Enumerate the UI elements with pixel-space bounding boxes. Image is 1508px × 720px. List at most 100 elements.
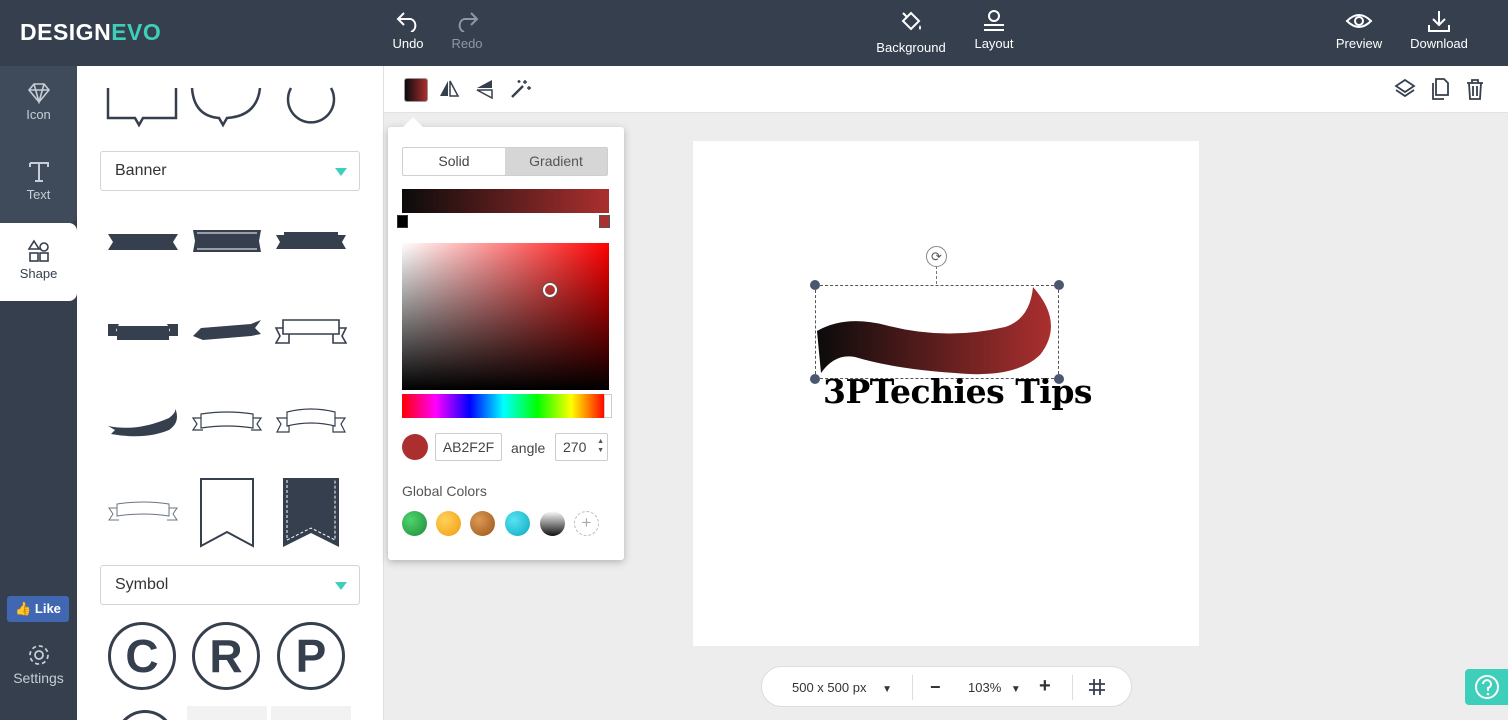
- trash-icon[interactable]: [1464, 78, 1486, 100]
- banner-category-select[interactable]: Banner: [100, 151, 360, 191]
- minus-icon: −: [930, 677, 941, 697]
- logo-text-evo: EVO: [111, 19, 162, 45]
- banner-shape-4[interactable]: [107, 318, 179, 346]
- divider: [912, 675, 913, 700]
- undo-label: Undo: [392, 36, 424, 51]
- canvas-text-element[interactable]: 3PTechies Tips: [823, 372, 1092, 411]
- question-mark-icon: [1475, 675, 1499, 699]
- color-picker-handle[interactable]: [543, 283, 557, 297]
- zoom-value: 103%: [968, 680, 1002, 695]
- app-root: DESIGNEVO Undo Redo Background Layout Pr…: [0, 0, 1508, 720]
- divider: [1072, 675, 1073, 700]
- global-color-swatch-cyan[interactable]: [505, 511, 530, 536]
- rail-item-shape-label: Shape: [19, 266, 58, 281]
- saturation-value-picker[interactable]: [402, 243, 609, 390]
- flip-horizontal-icon[interactable]: [438, 78, 460, 100]
- banner-shape-3[interactable]: [275, 229, 347, 255]
- designevo-logo[interactable]: DESIGNEVO: [20, 19, 161, 46]
- global-color-swatch-orange[interactable]: [436, 511, 461, 536]
- background-button[interactable]: Background: [866, 10, 956, 55]
- zoom-in-button[interactable]: +: [1039, 675, 1051, 698]
- rotate-icon[interactable]: ⟳: [926, 246, 947, 267]
- banner-shape-1[interactable]: [107, 231, 179, 253]
- symbol-placeholder: [271, 706, 351, 720]
- registered-symbol-shape[interactable]: R: [192, 622, 260, 690]
- spinner-icon[interactable]: ▲ ▼: [597, 437, 604, 455]
- copyright-glyph: C: [125, 630, 159, 682]
- resize-handle-top-left[interactable]: [810, 280, 820, 290]
- phonogram-glyph: P: [295, 630, 327, 682]
- symbol-select-value: Symbol: [115, 576, 169, 593]
- tab-gradient[interactable]: Gradient: [505, 148, 607, 175]
- symbol-category-select[interactable]: Symbol: [100, 565, 360, 605]
- shapes-icon: [27, 239, 49, 262]
- duplicate-icon[interactable]: [1429, 78, 1451, 100]
- speech-bubble-oval-shape[interactable]: [189, 88, 263, 128]
- symbol-shape-partial[interactable]: [115, 710, 175, 720]
- angle-value: 270: [563, 439, 587, 455]
- symbol-placeholder: [187, 706, 267, 720]
- background-label: Background: [876, 40, 946, 55]
- angle-label: angle: [511, 440, 546, 456]
- magic-wand-icon[interactable]: [509, 78, 531, 100]
- resize-handle-bottom-left[interactable]: [810, 374, 820, 384]
- tab-solid[interactable]: Solid: [403, 148, 505, 175]
- banner-shape-8[interactable]: [191, 408, 263, 436]
- resize-handle-top-right[interactable]: [1054, 280, 1064, 290]
- global-color-swatch-green[interactable]: [402, 511, 427, 536]
- angle-input[interactable]: 270 ▲ ▼: [555, 433, 608, 461]
- rotate-glyph: ⟳: [931, 249, 942, 264]
- hex-input[interactable]: AB2F2F: [435, 433, 502, 461]
- settings-button[interactable]: Settings: [0, 642, 77, 686]
- redo-button[interactable]: Redo: [427, 10, 507, 51]
- download-icon: [1428, 11, 1450, 32]
- download-button[interactable]: Download: [1399, 10, 1479, 51]
- circle-outline-shape[interactable]: [285, 86, 337, 136]
- rail-item-shape[interactable]: Shape: [0, 223, 77, 301]
- banner-shape-7[interactable]: [107, 404, 179, 440]
- gear-icon: [28, 645, 49, 665]
- bookmark-outline-shape[interactable]: [199, 478, 255, 548]
- banner-shape-5[interactable]: [191, 316, 263, 344]
- help-button[interactable]: [1465, 669, 1508, 705]
- banner-shape-2[interactable]: [191, 228, 263, 254]
- layout-icon: [984, 10, 1004, 31]
- text-t-icon: [28, 162, 49, 182]
- copyright-symbol-shape[interactable]: C: [108, 622, 176, 690]
- phonogram-symbol-shape[interactable]: P: [277, 622, 345, 690]
- diamond-icon: [27, 83, 50, 104]
- speech-bubble-rect-shape[interactable]: [105, 88, 179, 128]
- layers-icon[interactable]: [1394, 78, 1416, 100]
- canvas-size-select[interactable]: 500 x 500 px ▼: [792, 680, 892, 695]
- layout-button[interactable]: Layout: [954, 10, 1034, 51]
- gradient-stop-end[interactable]: [599, 215, 610, 228]
- rotate-connector: [936, 266, 937, 284]
- hue-slider[interactable]: [402, 394, 605, 418]
- grid-icon[interactable]: [1088, 678, 1106, 696]
- banner-shape-6[interactable]: [275, 316, 347, 346]
- redo-label: Redo: [451, 36, 483, 51]
- bookmark-filled-shape[interactable]: [282, 478, 340, 548]
- canvas-toolbar: [384, 66, 1508, 113]
- gradient-bar[interactable]: [402, 189, 609, 213]
- global-color-swatch-brown[interactable]: [470, 511, 495, 536]
- rail-item-text[interactable]: Text: [0, 144, 77, 222]
- preview-button[interactable]: Preview: [1319, 10, 1399, 51]
- hue-slider-handle[interactable]: [604, 394, 612, 418]
- zoom-out-button[interactable]: −: [930, 677, 941, 698]
- gradient-stop-start[interactable]: [397, 215, 408, 228]
- banner-shape-10[interactable]: [107, 500, 179, 526]
- global-color-swatch-gray[interactable]: [540, 511, 565, 536]
- rail-item-text-label: Text: [26, 187, 51, 202]
- facebook-like-button[interactable]: 👍 Like: [7, 596, 69, 622]
- add-global-color-button[interactable]: +: [574, 511, 599, 536]
- fill-color-swatch[interactable]: [404, 78, 428, 102]
- download-label: Download: [1410, 36, 1468, 51]
- zoom-select[interactable]: 103% ▼: [968, 680, 1021, 695]
- flip-vertical-icon[interactable]: [474, 78, 496, 100]
- banner-shape-9[interactable]: [275, 406, 347, 438]
- banner-select-value: Banner: [115, 162, 167, 179]
- shape-panel: Banner Symbol C R P: [77, 66, 384, 720]
- layout-label: Layout: [974, 36, 1014, 51]
- rail-item-icon[interactable]: Icon: [0, 66, 77, 144]
